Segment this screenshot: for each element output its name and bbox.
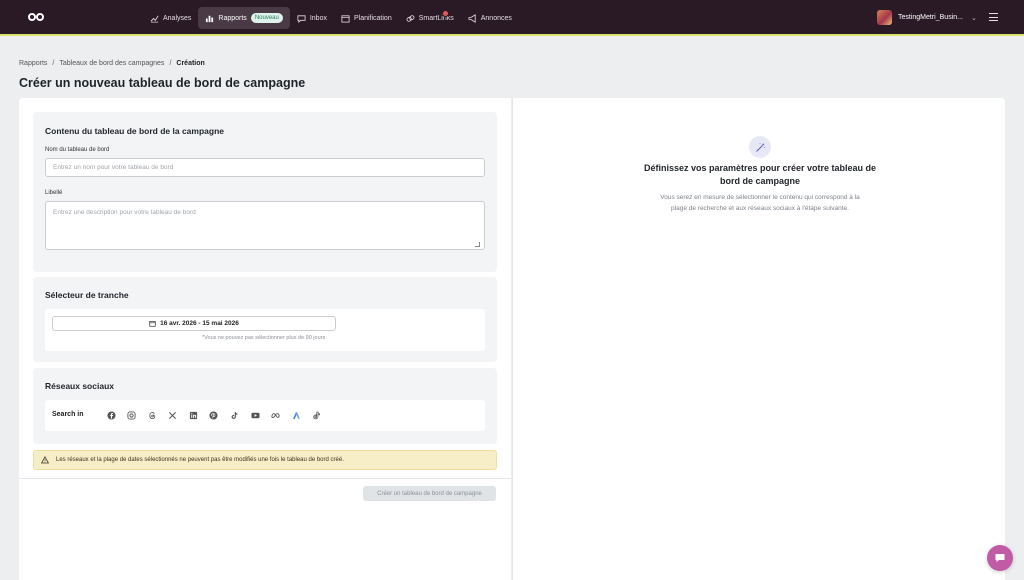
- dashboard-description-input[interactable]: [45, 201, 485, 250]
- nav-item-analyses[interactable]: Analyses: [143, 7, 198, 29]
- calendar-icon: [149, 321, 156, 327]
- account-switcher[interactable]: TestingMetri_Busin... ⌄: [877, 10, 977, 25]
- search-in-label: Search in: [52, 411, 84, 418]
- range-card-title: Sélecteur de tranche: [45, 290, 129, 300]
- account-name: TestingMetri_Busin...: [898, 14, 963, 21]
- linkedin-icon[interactable]: [187, 409, 199, 421]
- empty-state-description: Vous serez en mesure de sélectionner le …: [660, 194, 860, 212]
- social-card-title: Réseaux sociaux: [45, 381, 114, 391]
- tiktok-ads-icon[interactable]: [311, 409, 323, 421]
- content-card-title: Contenu du tableau de bord de la campagn…: [45, 126, 224, 136]
- calendar-icon: [341, 14, 350, 23]
- support-chat-button[interactable]: [987, 545, 1013, 571]
- nav-label: Rapports: [218, 14, 247, 22]
- nav-item-annonces[interactable]: Annonces: [461, 7, 519, 29]
- notification-dot: [441, 10, 449, 17]
- nav-item-planification[interactable]: Planification: [334, 7, 399, 29]
- link-icon: [406, 14, 415, 23]
- warning-text: Les réseaux et la plage de dates sélecti…: [56, 457, 344, 463]
- form-panel: Contenu du tableau de bord de la campagn…: [19, 98, 511, 580]
- magic-wand-icon: [749, 136, 771, 158]
- create-dashboard-button[interactable]: Créer un tableau de bord de campagne: [363, 486, 496, 501]
- breadcrumb-rapports[interactable]: Rapports: [19, 60, 47, 67]
- warning-banner: Les réseaux et la plage de dates sélecti…: [33, 450, 497, 470]
- chat-bubble-icon: [297, 14, 306, 23]
- breadcrumb: Rapports / Tableaux de bord des campagne…: [19, 60, 210, 67]
- dashboard-name-input[interactable]: [45, 158, 485, 177]
- bar-chart-icon: [205, 14, 214, 23]
- avatar: [877, 10, 892, 25]
- nav-label: Planification: [353, 14, 392, 22]
- facebook-icon[interactable]: [105, 409, 117, 421]
- date-range-picker-button[interactable]: 16 avr. 2026 - 15 mai 2026: [52, 316, 336, 331]
- instagram-icon[interactable]: [126, 409, 138, 421]
- nav-label: Inbox: [309, 14, 327, 22]
- top-navigation-bar: Analyses Rapports Nouveau Inbox Planific…: [0, 0, 1024, 36]
- new-badge: Nouveau: [250, 13, 283, 23]
- empty-state-title: Définissez vos paramètres pour créer vot…: [643, 163, 877, 186]
- chat-icon: [995, 554, 1005, 562]
- chart-line-icon: [150, 14, 159, 23]
- date-range-note: *Vous ne pouvez pas sélectionner plus de…: [202, 335, 326, 341]
- nav-item-inbox[interactable]: Inbox: [290, 7, 334, 29]
- range-card: Sélecteur de tranche 16 avr. 2026 - 15 m…: [33, 277, 497, 362]
- google-ads-icon[interactable]: [290, 409, 302, 421]
- breadcrumb-separator: /: [169, 60, 172, 67]
- preview-panel: Définissez vos paramètres pour créer vot…: [512, 98, 1005, 580]
- social-selector: Search in: [45, 400, 485, 431]
- threads-icon[interactable]: [146, 409, 158, 421]
- resize-handle-icon[interactable]: [475, 242, 480, 247]
- footer-divider: [19, 478, 511, 479]
- hamburger-menu-icon[interactable]: [989, 13, 998, 21]
- warning-icon: [41, 456, 49, 464]
- social-network-list: [105, 409, 332, 421]
- main-nav: Analyses Rapports Nouveau Inbox Planific…: [143, 0, 519, 36]
- app-logo-icon[interactable]: [28, 11, 46, 23]
- nav-label: Annonces: [480, 14, 512, 22]
- content-card: Contenu du tableau de bord de la campagn…: [33, 112, 497, 272]
- description-wrapper: [45, 201, 485, 250]
- x-icon[interactable]: [167, 409, 179, 421]
- chevron-down-icon: ⌄: [970, 14, 977, 22]
- breadcrumb-separator: /: [52, 60, 55, 67]
- pinterest-icon[interactable]: [208, 409, 220, 421]
- breadcrumb-campaign-dashboards[interactable]: Tableaux de bord des campagnes: [59, 60, 164, 67]
- description-label: Libellé: [45, 190, 63, 196]
- megaphone-icon: [468, 13, 477, 23]
- breadcrumb-current: Création: [176, 60, 205, 67]
- tiktok-icon[interactable]: [229, 409, 241, 421]
- meta-icon[interactable]: [270, 409, 282, 421]
- nav-label: Analyses: [163, 14, 192, 22]
- date-range-value: 16 avr. 2026 - 15 mai 2026: [160, 320, 239, 327]
- youtube-icon[interactable]: [249, 409, 261, 421]
- nav-item-smartlinks[interactable]: SmartLinks: [399, 7, 461, 29]
- name-label: Nom du tableau de bord: [45, 147, 110, 153]
- nav-item-rapports[interactable]: Rapports Nouveau: [198, 7, 290, 29]
- range-picker-area: 16 avr. 2026 - 15 mai 2026 *Vous ne pouv…: [45, 309, 485, 351]
- page-title: Créer un nouveau tableau de bord de camp…: [19, 76, 306, 90]
- social-card: Réseaux sociaux Search in: [33, 368, 497, 444]
- nav-label: SmartLinks: [418, 14, 454, 22]
